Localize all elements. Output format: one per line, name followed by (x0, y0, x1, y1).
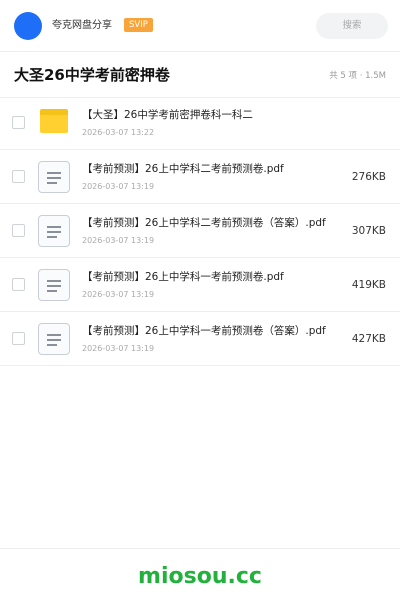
file-date: 2026-03-07 13:19 (82, 236, 155, 245)
file-date: 2026-03-07 13:19 (82, 290, 155, 299)
document-icon (38, 323, 70, 355)
file-date: 2026-03-07 13:22 (82, 128, 155, 137)
row-checkbox[interactable] (12, 116, 25, 129)
page-title: 大圣26中学考前密押卷 (14, 66, 170, 84)
file-row-folder[interactable]: 【大圣】26中学考前密押卷科一科二 2026-03-07 13:22 (0, 96, 400, 150)
share-header: 大圣26中学考前密押卷 共 5 项 · 1.5M (0, 52, 400, 98)
file-row[interactable]: 【考前预测】26上中学科二考前预测卷.pdf 2026-03-07 13:19 … (0, 150, 400, 204)
row-checkbox[interactable] (12, 224, 25, 237)
avatar[interactable] (14, 12, 42, 40)
document-icon (38, 269, 70, 301)
file-date: 2026-03-07 13:19 (82, 182, 155, 191)
svip-badge[interactable]: SVIP (124, 18, 153, 32)
document-icon (38, 161, 70, 193)
search-input[interactable]: 搜索 (316, 13, 388, 39)
file-row[interactable]: 【考前预测】26上中学科一考前预测卷（答案）.pdf 2026-03-07 13… (0, 312, 400, 366)
file-date: 2026-03-07 13:19 (82, 344, 155, 353)
document-icon (38, 215, 70, 247)
file-size: 419KB (351, 279, 386, 291)
file-size: 427KB (351, 333, 386, 345)
file-name[interactable]: 【考前预测】26上中学科二考前预测卷.pdf (82, 162, 284, 176)
watermark: miosou.cc (138, 564, 262, 589)
file-name[interactable]: 【考前预测】26上中学科一考前预测卷.pdf (82, 270, 284, 284)
file-list: 【大圣】26中学考前密押卷科一科二 2026-03-07 13:22 【考前预测… (0, 96, 400, 366)
file-name[interactable]: 【考前预测】26上中学科二考前预测卷（答案）.pdf (82, 216, 326, 230)
file-row[interactable]: 【考前预测】26上中学科一考前预测卷.pdf 2026-03-07 13:19 … (0, 258, 400, 312)
row-checkbox[interactable] (12, 332, 25, 345)
file-size: 307KB (351, 225, 386, 237)
top-bar: 夸克网盘分享 SVIP 搜索 (0, 0, 400, 52)
file-name[interactable]: 【考前预测】26上中学科一考前预测卷（答案）.pdf (82, 324, 326, 338)
row-checkbox[interactable] (12, 278, 25, 291)
item-summary: 共 5 项 · 1.5M (329, 71, 386, 81)
footer: miosou.cc (0, 548, 400, 600)
file-row[interactable]: 【考前预测】26上中学科二考前预测卷（答案）.pdf 2026-03-07 13… (0, 204, 400, 258)
file-size: 276KB (351, 171, 386, 183)
folder-icon (38, 107, 70, 139)
file-name[interactable]: 【大圣】26中学考前密押卷科一科二 (82, 108, 253, 122)
app-name: 夸克网盘分享 (52, 20, 112, 31)
row-checkbox[interactable] (12, 170, 25, 183)
